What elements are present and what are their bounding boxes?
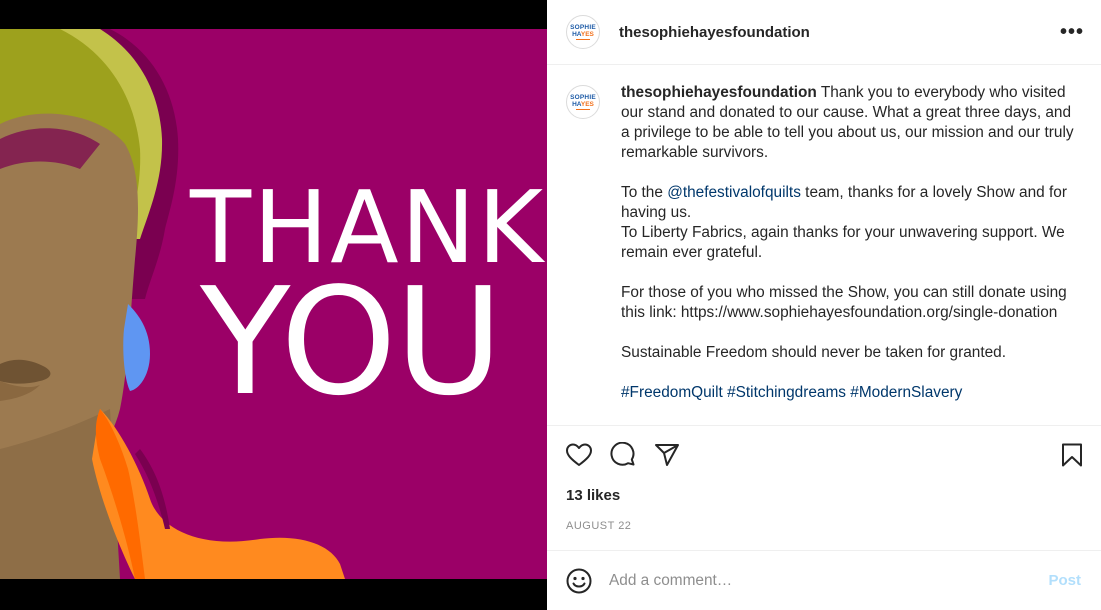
action-bar [547, 426, 1101, 484]
comment-icon[interactable] [609, 441, 637, 469]
caption-paragraph-4: For those of you who missed the Show, yo… [621, 284, 1067, 321]
avatar-logo-line1: SOPHIE [570, 24, 596, 31]
caption-paragraph-5: Sustainable Freedom should never be take… [621, 344, 1007, 361]
hashtag-link[interactable]: #ModernSlavery [850, 384, 962, 401]
avatar-logo-line2: HAYES [572, 31, 594, 38]
post-panel: SOPHIE HAYES thesophiehayesfoundation ••… [547, 0, 1101, 610]
caption-section: SOPHIE HAYES thesophiehayesfoundation Th… [547, 65, 1101, 426]
post-header: SOPHIE HAYES thesophiehayesfoundation ••… [547, 0, 1101, 65]
caption-avatar-logo-yes: YES [580, 101, 594, 108]
caption-avatar-logo-line1: SOPHIE [570, 94, 596, 101]
post-date[interactable]: AUGUST 22 [547, 520, 1101, 534]
caption-username-link[interactable]: thesophiehayesfoundation [621, 84, 817, 101]
caption-hashtags: #FreedomQuilt #Stitchingdreams #ModernSl… [621, 383, 1081, 403]
image-text-you: YOU [200, 256, 503, 428]
hashtag-link[interactable]: #FreedomQuilt [621, 384, 723, 401]
caption-paragraph-3: To Liberty Fabrics, again thanks for you… [621, 224, 1065, 261]
hashtag-link[interactable]: #Stitchingdreams [727, 384, 846, 401]
comment-bar: Post [547, 550, 1101, 610]
caption-avatar[interactable]: SOPHIE HAYES [566, 85, 600, 119]
avatar[interactable]: SOPHIE HAYES [566, 15, 600, 49]
caption-avatar-logo-underline [576, 109, 590, 110]
caption-p2-pre: To the [621, 184, 668, 201]
post-image[interactable]: THANK YOU [0, 0, 547, 610]
avatar-logo-ha: HA [572, 31, 581, 38]
comment-input[interactable] [609, 571, 1049, 590]
more-options-icon[interactable]: ••• [1060, 20, 1084, 44]
avatar-logo-yes: YES [580, 31, 594, 38]
caption-text: thesophiehayesfoundation Thank you to ev… [621, 83, 1081, 425]
caption-paragraph-1: thesophiehayesfoundation Thank you to ev… [621, 83, 1081, 163]
likes-count[interactable]: 13 likes [547, 485, 1101, 507]
caption-paragraph-2: To the @thefestivalofquilts team, thanks… [621, 183, 1081, 223]
heart-icon[interactable] [565, 441, 593, 469]
post-comment-button[interactable]: Post [1048, 572, 1081, 589]
caption-avatar-logo-ha: HA [572, 101, 581, 108]
username-link[interactable]: thesophiehayesfoundation [619, 24, 1060, 41]
share-icon[interactable] [653, 441, 681, 469]
mention-link[interactable]: @thefestivalofquilts [667, 184, 801, 201]
avatar-logo-underline [576, 39, 590, 40]
caption-avatar-logo-line2: HAYES [572, 101, 594, 108]
post-modal: THANK YOU SOPHIE HAYES thesophiehayesfou… [0, 0, 1101, 610]
emoji-icon[interactable] [565, 567, 593, 595]
bookmark-icon[interactable] [1058, 441, 1086, 469]
